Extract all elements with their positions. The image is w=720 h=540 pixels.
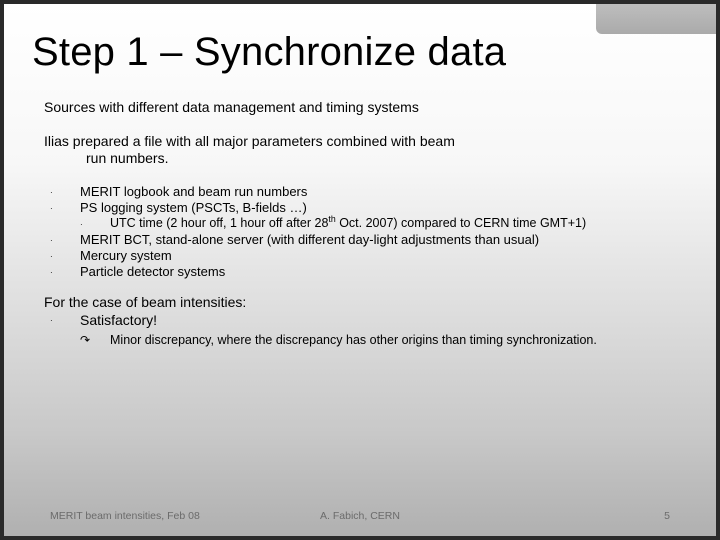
bullet-mark-icon: ·	[50, 248, 80, 264]
bullet-mark-icon: ·	[50, 232, 80, 248]
case-minor-text: Minor discrepancy, where the discrepancy…	[110, 333, 597, 349]
bullet-text: Mercury system	[80, 248, 676, 264]
bullet-text: UTC time (2 hour off, 1 hour off after 2…	[110, 216, 676, 232]
footer-left: MERIT beam intensities, Feb 08	[50, 510, 200, 522]
bullet-text: PS logging system (PSCTs, B-fields …)	[80, 200, 676, 216]
corner-decoration	[596, 4, 716, 34]
bullet-mercury: · Mercury system	[44, 248, 676, 264]
beam-intensities-case: For the case of beam intensities: · Sati…	[44, 294, 676, 349]
footer-center: A. Fabich, CERN	[320, 510, 400, 522]
ilias-line2: run numbers.	[44, 150, 676, 168]
sub-bullet-utc-time: · UTC time (2 hour off, 1 hour off after…	[44, 216, 676, 232]
sources-paragraph: Sources with different data management a…	[44, 99, 676, 117]
bullet-ps-logging: · PS logging system (PSCTs, B-fields …)	[44, 200, 676, 216]
utc-post: Oct. 2007) compared to CERN time GMT+1)	[336, 216, 586, 230]
bullet-merit-logbook: · MERIT logbook and beam run numbers	[44, 184, 676, 200]
footer-page-number: 5	[664, 510, 670, 522]
slide-footer: MERIT beam intensities, Feb 08 A. Fabich…	[50, 510, 670, 522]
ilias-paragraph: Ilias prepared a file with all major par…	[44, 133, 676, 168]
slide-content: Sources with different data management a…	[4, 75, 716, 349]
bullet-mark-icon: ·	[80, 216, 110, 232]
bullet-particle-detector: · Particle detector systems	[44, 264, 676, 280]
case-intro: For the case of beam intensities:	[44, 294, 676, 312]
utc-pre: UTC time (2 hour off, 1 hour off after 2…	[110, 216, 328, 230]
bullet-mark-icon: ·	[50, 184, 80, 200]
bullet-text: MERIT BCT, stand-alone server (with diff…	[80, 232, 676, 248]
case-satisfactory: · Satisfactory!	[44, 312, 676, 330]
case-minor-discrepancy: ↷ Minor discrepancy, where the discrepan…	[44, 333, 676, 349]
bullet-list: · MERIT logbook and beam run numbers · P…	[44, 184, 676, 281]
case-satisfactory-text: Satisfactory!	[80, 312, 157, 330]
slide: Step 1 – Synchronize data Sources with d…	[4, 4, 716, 536]
bullet-mark-icon: ·	[50, 200, 80, 216]
bullet-merit-bct: · MERIT BCT, stand-alone server (with di…	[44, 232, 676, 248]
arrow-icon: ↷	[80, 333, 110, 349]
bullet-mark-icon: ·	[50, 264, 80, 280]
utc-sup: th	[328, 214, 335, 224]
bullet-text: MERIT logbook and beam run numbers	[80, 184, 676, 200]
bullet-text: Particle detector systems	[80, 264, 676, 280]
ilias-line1: Ilias prepared a file with all major par…	[44, 133, 455, 149]
bullet-mark-icon: ·	[50, 312, 80, 330]
